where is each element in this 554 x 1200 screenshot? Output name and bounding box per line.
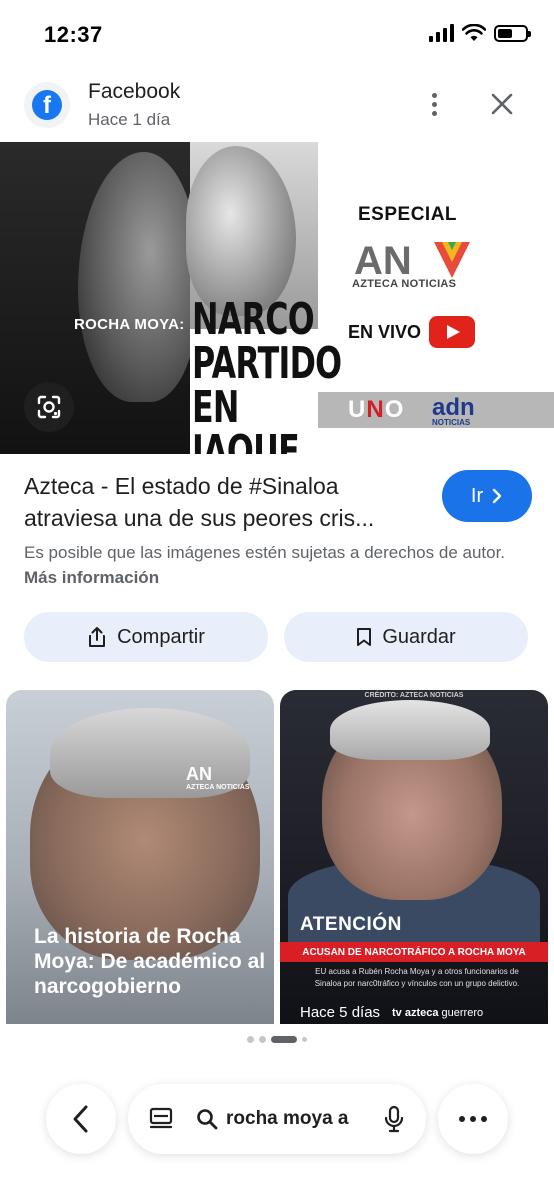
an-logo-text: AN — [354, 239, 412, 283]
result-title[interactable]: Azteca - El estado de #Sinaloa atraviesa… — [24, 470, 434, 534]
facebook-logo-icon: f — [32, 90, 62, 120]
source-time: Hace 1 día — [88, 110, 171, 129]
image-headline: NARCO PARTIDO EN JAQUE — [192, 294, 342, 455]
more-vert-icon[interactable] — [418, 88, 450, 120]
source-header: f Facebook Hace 1 día — [0, 76, 554, 136]
card-title: ATENCIÓN — [300, 914, 402, 935]
google-lens-icon — [37, 395, 61, 419]
uno-logo: UNO — [348, 396, 405, 423]
close-icon[interactable] — [486, 88, 518, 120]
signal-icon — [429, 24, 454, 42]
search-bar[interactable]: rocha moya a — [128, 1084, 426, 1154]
card-brand: tv azteca guerrero — [392, 1007, 484, 1019]
more-info-link[interactable]: Más información — [24, 568, 159, 587]
card-time: Hace 5 días — [300, 1004, 381, 1021]
especial-label: ESPECIAL — [358, 204, 458, 225]
share-label: Compartir — [117, 625, 205, 648]
wifi-icon — [462, 24, 486, 41]
main-image[interactable]: ROCHA MOYA: NARCO PARTIDO EN JAQUE ESPEC… — [0, 142, 554, 454]
share-icon — [89, 627, 106, 647]
youtube-icon — [429, 316, 476, 348]
card-logo-sub: AZTECA NOTICIAS — [186, 784, 250, 791]
source-logo: f — [24, 82, 70, 128]
related-card[interactable]: CRÉDITO: AZTECA NOTICIAS ATENCIÓN ACUSAN… — [280, 690, 548, 1024]
pager-dot — [259, 1036, 266, 1043]
related-card[interactable]: AN AZTECA NOTICIAS La historia de Rocha … — [6, 690, 274, 1024]
status-icons — [429, 24, 531, 42]
card-portrait-hair — [330, 700, 490, 760]
pager-dot-active — [271, 1036, 297, 1043]
headline-line-2: PARTIDO — [192, 338, 342, 389]
adn-logo-sub: NOTICIAS — [432, 418, 471, 427]
bookmark-icon — [357, 628, 372, 646]
status-time: 12:37 — [44, 22, 103, 47]
bottom-bar: rocha moya a — [0, 1080, 554, 1154]
card-banner: ACUSAN DE NARCOTRÁFICO A ROCHA MOYA — [280, 942, 548, 962]
google-lens-button[interactable] — [24, 382, 74, 432]
pager-dot — [302, 1037, 307, 1042]
back-button[interactable] — [46, 1084, 116, 1154]
headline-line-3: EN JAQUE — [192, 382, 300, 455]
search-query[interactable]: rocha moya a — [226, 1108, 370, 1130]
go-label: Ir — [470, 484, 484, 507]
search-icon — [197, 1109, 218, 1130]
pager-dot — [247, 1036, 254, 1043]
copyright-text: Es posible que las imágenes estén sujeta… — [24, 543, 506, 562]
image-left-label: ROCHA MOYA: — [74, 316, 185, 333]
battery-icon — [494, 24, 531, 42]
chevron-right-icon — [492, 488, 502, 504]
en-vivo-label: EN VIVO — [348, 316, 476, 348]
go-button[interactable]: Ir — [442, 470, 532, 522]
card-logo: AN — [186, 764, 212, 784]
more-horiz-icon[interactable] — [438, 1084, 508, 1154]
status-bar: 12:37 — [0, 0, 554, 70]
azteca-noticias-text: AZTECA NOTICIAS — [352, 278, 457, 290]
headline-line-1: NARCO — [192, 294, 315, 345]
share-button[interactable]: Compartir — [24, 612, 268, 662]
mic-icon[interactable] — [382, 1105, 406, 1133]
source-name[interactable]: Facebook — [88, 80, 180, 104]
copyright-notice: Es posible que las imágenes estén sujeta… — [24, 540, 524, 590]
pager-dots — [0, 1036, 554, 1043]
card-credit: CRÉDITO: AZTECA NOTICIAS — [364, 692, 464, 699]
card-headline: La historia de Rocha Moya: De académico … — [34, 925, 266, 998]
card-body-text: EU acusa a Rubén Rocha Moya y a otros fu… — [314, 967, 520, 988]
chevron-left-icon — [73, 1105, 88, 1133]
tabs-icon[interactable] — [148, 1106, 174, 1132]
save-button[interactable]: Guardar — [284, 612, 528, 662]
en-vivo-text: EN VIVO — [348, 321, 422, 342]
save-label: Guardar — [382, 625, 456, 648]
